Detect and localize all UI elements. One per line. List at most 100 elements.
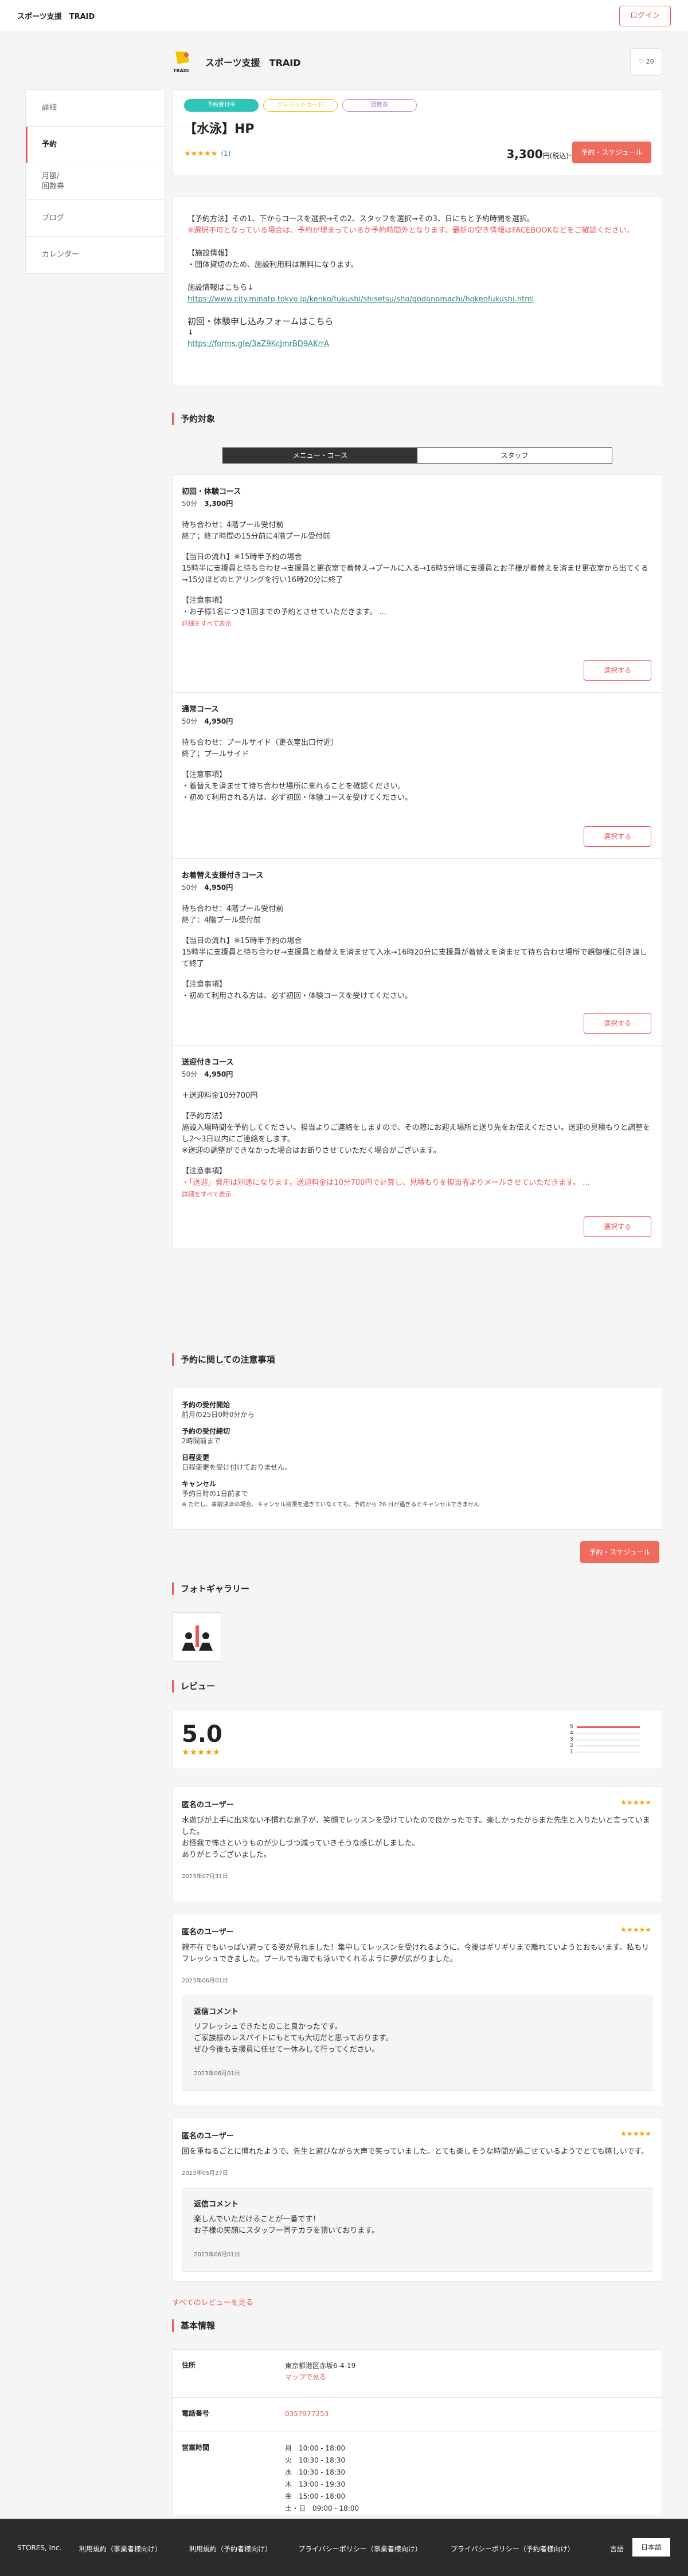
info-text: 施設情報はこちら↓ bbox=[187, 284, 253, 292]
footer-link-terms-business[interactable]: 利用規約（事業者様向け） bbox=[79, 2544, 162, 2554]
footer-link-privacy-business[interactable]: プライバシーポリシー（事業者様向け） bbox=[298, 2544, 422, 2554]
review-author: 匿名のユーザー bbox=[182, 1801, 234, 1809]
menu-item: 通常コース 50分 4,950円 待ち合わせ：プールサイド（更衣室出口付近） 終… bbox=[173, 693, 662, 859]
hours-line: 水 10:30 - 18:30 bbox=[285, 2468, 346, 2476]
select-button[interactable]: 選択する bbox=[584, 1013, 651, 1034]
page-title: 【水泳】HP bbox=[184, 122, 255, 136]
menu-duration: 50分 bbox=[182, 500, 198, 508]
reply-title: 返信コメント bbox=[194, 2008, 239, 2016]
address-label: 住所 bbox=[182, 2361, 196, 2369]
phone-row: 電話番号 0357977253 bbox=[173, 2398, 662, 2432]
reserve-schedule-button[interactable]: 予約・スケジュール bbox=[572, 142, 651, 163]
review-item: 匿名のユーザー ★★★★★ 回を重ねるごとに慣れたようで、先生と遊びながら大声で… bbox=[172, 2118, 662, 2282]
note-value: 2時間前まで bbox=[182, 1437, 221, 1445]
review-summary: 5.0 ★★★★★ 54321 bbox=[172, 1710, 662, 1769]
menu-price: 4,950円 bbox=[204, 1070, 233, 1078]
map-link[interactable]: マップで見る bbox=[285, 2373, 326, 2381]
review-count-link[interactable]: (1) bbox=[221, 150, 230, 158]
note-small: ※ ただし、事前決済の場合、キャンセル期限を過ぎていなくても、予約から 20 日… bbox=[182, 1502, 480, 1508]
reply-box: 返信コメント 楽しんでいただけることが一番です！ お子様の笑顔にスタッフ一同テカ… bbox=[182, 2188, 652, 2272]
menu-line: ＋送迎料金10分700円 bbox=[182, 1091, 258, 1100]
review-stars: ★★★★★ bbox=[620, 2130, 651, 2138]
review-item: 匿名のユーザー ★★★★★ 水遊びが上手に出来ない不慣れな息子が、笑顔でレッスン… bbox=[172, 1786, 662, 1902]
phone-link[interactable]: 0357977253 bbox=[285, 2410, 329, 2418]
select-button[interactable]: 選択する bbox=[584, 660, 651, 681]
select-button[interactable]: 選択する bbox=[584, 1216, 651, 1237]
sidebar-item-blog[interactable]: ブログ bbox=[26, 200, 165, 237]
hours-row: 営業時間 月 10:00 - 18:00 火 10:30 - 18:30 水 1… bbox=[173, 2432, 662, 2525]
show-more-link[interactable]: 詳細をすべて表示 bbox=[182, 620, 232, 627]
review-author: 匿名のユーザー bbox=[182, 2132, 234, 2141]
show-more-link[interactable]: 詳細をすべて表示 bbox=[182, 1191, 232, 1198]
favorite-count: 20 bbox=[646, 58, 654, 65]
tab-staff[interactable]: スタッフ bbox=[417, 448, 612, 463]
all-reviews-link[interactable]: すべてのレビューを見る bbox=[172, 2296, 253, 2307]
brand-link[interactable]: スポーツ支援 TRAID bbox=[17, 10, 95, 21]
menu-name: 通常コース bbox=[182, 705, 219, 714]
menu-line: 【注意事項】 bbox=[182, 980, 227, 989]
facility-link[interactable]: https://www.city.minato.tokyo.jp/kenko/f… bbox=[187, 295, 534, 304]
footer-company: STORES, Inc. bbox=[17, 2544, 62, 2552]
menu-line: ※送迎の調整ができなかった場合はお断りさせていただく場合がございます。 bbox=[182, 1146, 441, 1155]
section-title-basic: 基本情報 bbox=[172, 2319, 215, 2332]
select-button[interactable]: 選択する bbox=[584, 826, 651, 847]
tab-menu-course[interactable]: メニュー・コース bbox=[223, 448, 417, 463]
login-button[interactable]: ログイン bbox=[619, 6, 671, 26]
rating-bar-label: 4 bbox=[570, 1730, 573, 1736]
rating-bar-row: 5 bbox=[570, 1724, 644, 1730]
footer-link-privacy-user[interactable]: プライバシーポリシー（予約者様向け） bbox=[451, 2544, 574, 2554]
sidebar-item-ticket[interactable]: 月額/ 回数券 bbox=[26, 163, 165, 200]
svg-text:TRAID: TRAID bbox=[173, 68, 189, 73]
rating-bar-track bbox=[577, 1739, 640, 1741]
heart-icon: ♡ bbox=[638, 58, 644, 65]
note-value: 前月の25日0時0分から bbox=[182, 1411, 255, 1419]
sidebar-item-reserve[interactable]: 予約 bbox=[26, 127, 165, 163]
section-title-notes: 予約に関しての注意事項 bbox=[172, 1353, 275, 1366]
menu-line: ・「送迎」費用は別途になります。送迎料金は10分700円で計算し、見積もりを担当… bbox=[182, 1179, 590, 1187]
language-label: 言語 bbox=[610, 2545, 624, 2553]
rating-bar-row: 3 bbox=[570, 1737, 644, 1743]
rating-bar-row: 2 bbox=[570, 1743, 644, 1749]
notes-card: 予約の受付開始 前月の25日0時0分から 予約の受付締切 2時間前まで 日程変更… bbox=[172, 1388, 662, 1530]
language-select[interactable]: 日本語 bbox=[632, 2538, 670, 2557]
menu-duration: 50分 bbox=[182, 883, 198, 892]
menu-line: 待ち合わせ；4階プール受付前 bbox=[182, 521, 284, 529]
tag-credit-card: クレジットカード bbox=[263, 99, 338, 112]
hours-line: 月 10:00 - 18:00 bbox=[285, 2444, 346, 2452]
menu-line: 終了：4階プール受付前 bbox=[182, 916, 261, 925]
reply-date: 2023年06月01日 bbox=[194, 2252, 240, 2258]
menu-line: 【注意事項】 bbox=[182, 1167, 227, 1176]
note-heading: 日程変更 bbox=[182, 1454, 210, 1462]
section-title-review: レビュー bbox=[172, 1680, 215, 1693]
review-item: 匿名のユーザー ★★★★★ 親不在でもいっぱい遊ってる姿が見れました！集中してレ… bbox=[172, 1914, 662, 2106]
favorite-button[interactable]: ♡ 20 bbox=[630, 48, 662, 76]
footer-link-terms-user[interactable]: 利用規約（予約者様向け） bbox=[189, 2544, 272, 2554]
menu-line: 15時半に支援員と待ち合わせ→支援員と更衣室で着替え→プールに入る→16時5分頃… bbox=[182, 564, 648, 584]
menu-name: お着替え支援付きコース bbox=[182, 871, 264, 880]
sidebar: 詳細 予約 月額/ 回数券 ブログ カレンダー bbox=[25, 89, 165, 274]
menu-meta: 50分 3,300円 bbox=[182, 498, 652, 509]
menu-duration: 50分 bbox=[182, 717, 198, 725]
form-link[interactable]: https://forms.gle/3aZ9KcJmrBD9AKrrA bbox=[187, 340, 329, 348]
gallery-image[interactable] bbox=[172, 1612, 221, 1662]
info-warning: ※選択不可となっている場合は、予約が埋まっているか予約時間外となります。最新の空… bbox=[187, 226, 634, 235]
menu-line: ・初めて利用される方は、必ず初回・体験コースを受けてください。 bbox=[182, 794, 412, 802]
sidebar-item-calendar[interactable]: カレンダー bbox=[26, 237, 165, 273]
review-body: 親不在でもいっぱい遊ってる姿が見れました！集中してレッスンを受けれるように、今後… bbox=[182, 1943, 650, 1964]
hours-line: 金 15:00 - 18:00 bbox=[285, 2492, 346, 2500]
menu-line: 待ち合わせ：プールサイド（更衣室出口付近） bbox=[182, 739, 339, 747]
menu-line: 【注意事項】 bbox=[182, 596, 227, 605]
hours-line: 木 13:00 - 19:30 bbox=[285, 2480, 346, 2488]
menu-meta: 50分 4,950円 bbox=[182, 716, 652, 727]
reserve-schedule-button[interactable]: 予約・スケジュール bbox=[580, 1541, 659, 1563]
note-heading: キャンセル bbox=[182, 1480, 217, 1488]
sidebar-item-detail[interactable]: 詳細 bbox=[26, 90, 165, 127]
phone-label: 電話番号 bbox=[182, 2409, 210, 2417]
menu-line: ・着替えを済ませて待ち合わせ場所に来れることを確認ください。 bbox=[182, 782, 405, 791]
note-heading: 予約の受付開始 bbox=[182, 1401, 230, 1409]
menu-line: 【注意事項】 bbox=[182, 771, 227, 779]
gallery-logo-image bbox=[182, 1625, 213, 1651]
menu-line: ・初めて利用される方は、必ず初回・体験コースを受けてください。 bbox=[182, 992, 412, 1000]
menu-duration: 50分 bbox=[182, 1070, 198, 1078]
note-value: 予約日時の1日前まで bbox=[182, 1490, 248, 1498]
